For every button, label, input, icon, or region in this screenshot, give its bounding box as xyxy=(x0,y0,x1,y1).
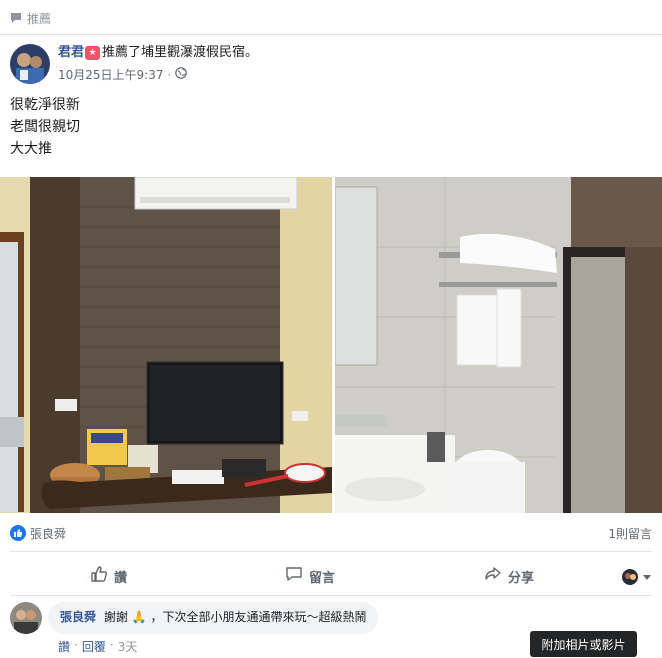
actions-divider xyxy=(10,595,652,596)
recommend-label: 推薦 xyxy=(27,11,52,26)
comment-label: 留言 xyxy=(309,570,336,586)
comment-time[interactable]: 3天 xyxy=(118,638,138,655)
bathroom-photo[interactable] xyxy=(335,177,662,513)
caret-down-icon xyxy=(642,567,652,586)
room-photo[interactable] xyxy=(0,177,332,513)
recommend-header: 推薦 xyxy=(10,8,51,28)
liker-name[interactable]: 張良舜 xyxy=(30,525,66,542)
speech-bubble-icon xyxy=(285,565,303,587)
header-divider xyxy=(0,34,662,35)
like-badge-icon xyxy=(10,525,26,541)
share-label: 分享 xyxy=(508,570,535,586)
post-as-selector[interactable] xyxy=(622,567,652,586)
star-badge-icon: ★ xyxy=(85,46,101,60)
comment-count[interactable]: 1則留言 xyxy=(608,525,652,542)
share-arrow-icon xyxy=(484,565,502,587)
reaction-stats: 張良舜 1則留言 xyxy=(10,524,652,542)
post-header: 君君 ★ 推薦了埔里觀瀑渡假民宿。 10月25日上午9:37 · xyxy=(10,44,258,84)
commenter-name[interactable]: 張良舜 xyxy=(60,610,96,624)
separator-dot: · xyxy=(109,638,114,652)
post-line: 老闆很親切 xyxy=(10,119,80,135)
author-name[interactable]: 君君 xyxy=(58,44,84,62)
post-body: 很乾淨很新 老闆很親切 大大推 xyxy=(10,94,80,160)
like-button[interactable]: 讚 xyxy=(90,565,127,587)
comment-links: 讚 · 回覆 · 3天 xyxy=(58,638,137,655)
comment: 張良舜 謝謝 🙏 ，下次全部小朋友通通帶來玩～超級熱鬧 xyxy=(10,602,379,634)
post-timestamp[interactable]: 10月25日上午9:37 xyxy=(58,66,164,83)
action-bar: 讚 留言 分享 xyxy=(0,555,662,595)
comment-bubble-icon xyxy=(10,12,22,24)
post-action-text[interactable]: 推薦了埔里觀瀑渡假民宿。 xyxy=(102,44,258,62)
post-line: 很乾淨很新 xyxy=(10,97,80,113)
share-button[interactable]: 分享 xyxy=(484,565,534,587)
like-label: 讚 xyxy=(114,570,128,586)
attach-media-tooltip: 附加相片或影片 xyxy=(530,631,637,657)
thumbs-up-icon xyxy=(90,565,108,587)
comment-reply-link[interactable]: 回覆 xyxy=(82,638,106,655)
post-line: 大大推 xyxy=(10,141,52,157)
viewer-avatar xyxy=(622,568,638,585)
separator-dot: · xyxy=(74,638,78,652)
comment-bubble: 張良舜 謝謝 🙏 ，下次全部小朋友通通帶來玩～超級熱鬧 xyxy=(48,602,379,634)
comment-button[interactable]: 留言 xyxy=(285,565,335,587)
comment-text-end: ，下次全部小朋友通通帶來玩～超級熱鬧 xyxy=(150,610,367,624)
stats-divider xyxy=(10,551,652,552)
folded-hands-icon: 🙏 xyxy=(131,610,147,624)
comment-text-start: 謝謝 xyxy=(103,610,128,624)
comment-like-link[interactable]: 讚 xyxy=(58,638,70,655)
likers[interactable]: 張良舜 xyxy=(10,525,66,542)
commenter-avatar[interactable] xyxy=(10,602,42,634)
author-avatar[interactable] xyxy=(10,44,50,84)
globe-icon[interactable] xyxy=(175,67,188,82)
separator-dot: · xyxy=(167,67,172,82)
photo-grid xyxy=(0,177,662,513)
